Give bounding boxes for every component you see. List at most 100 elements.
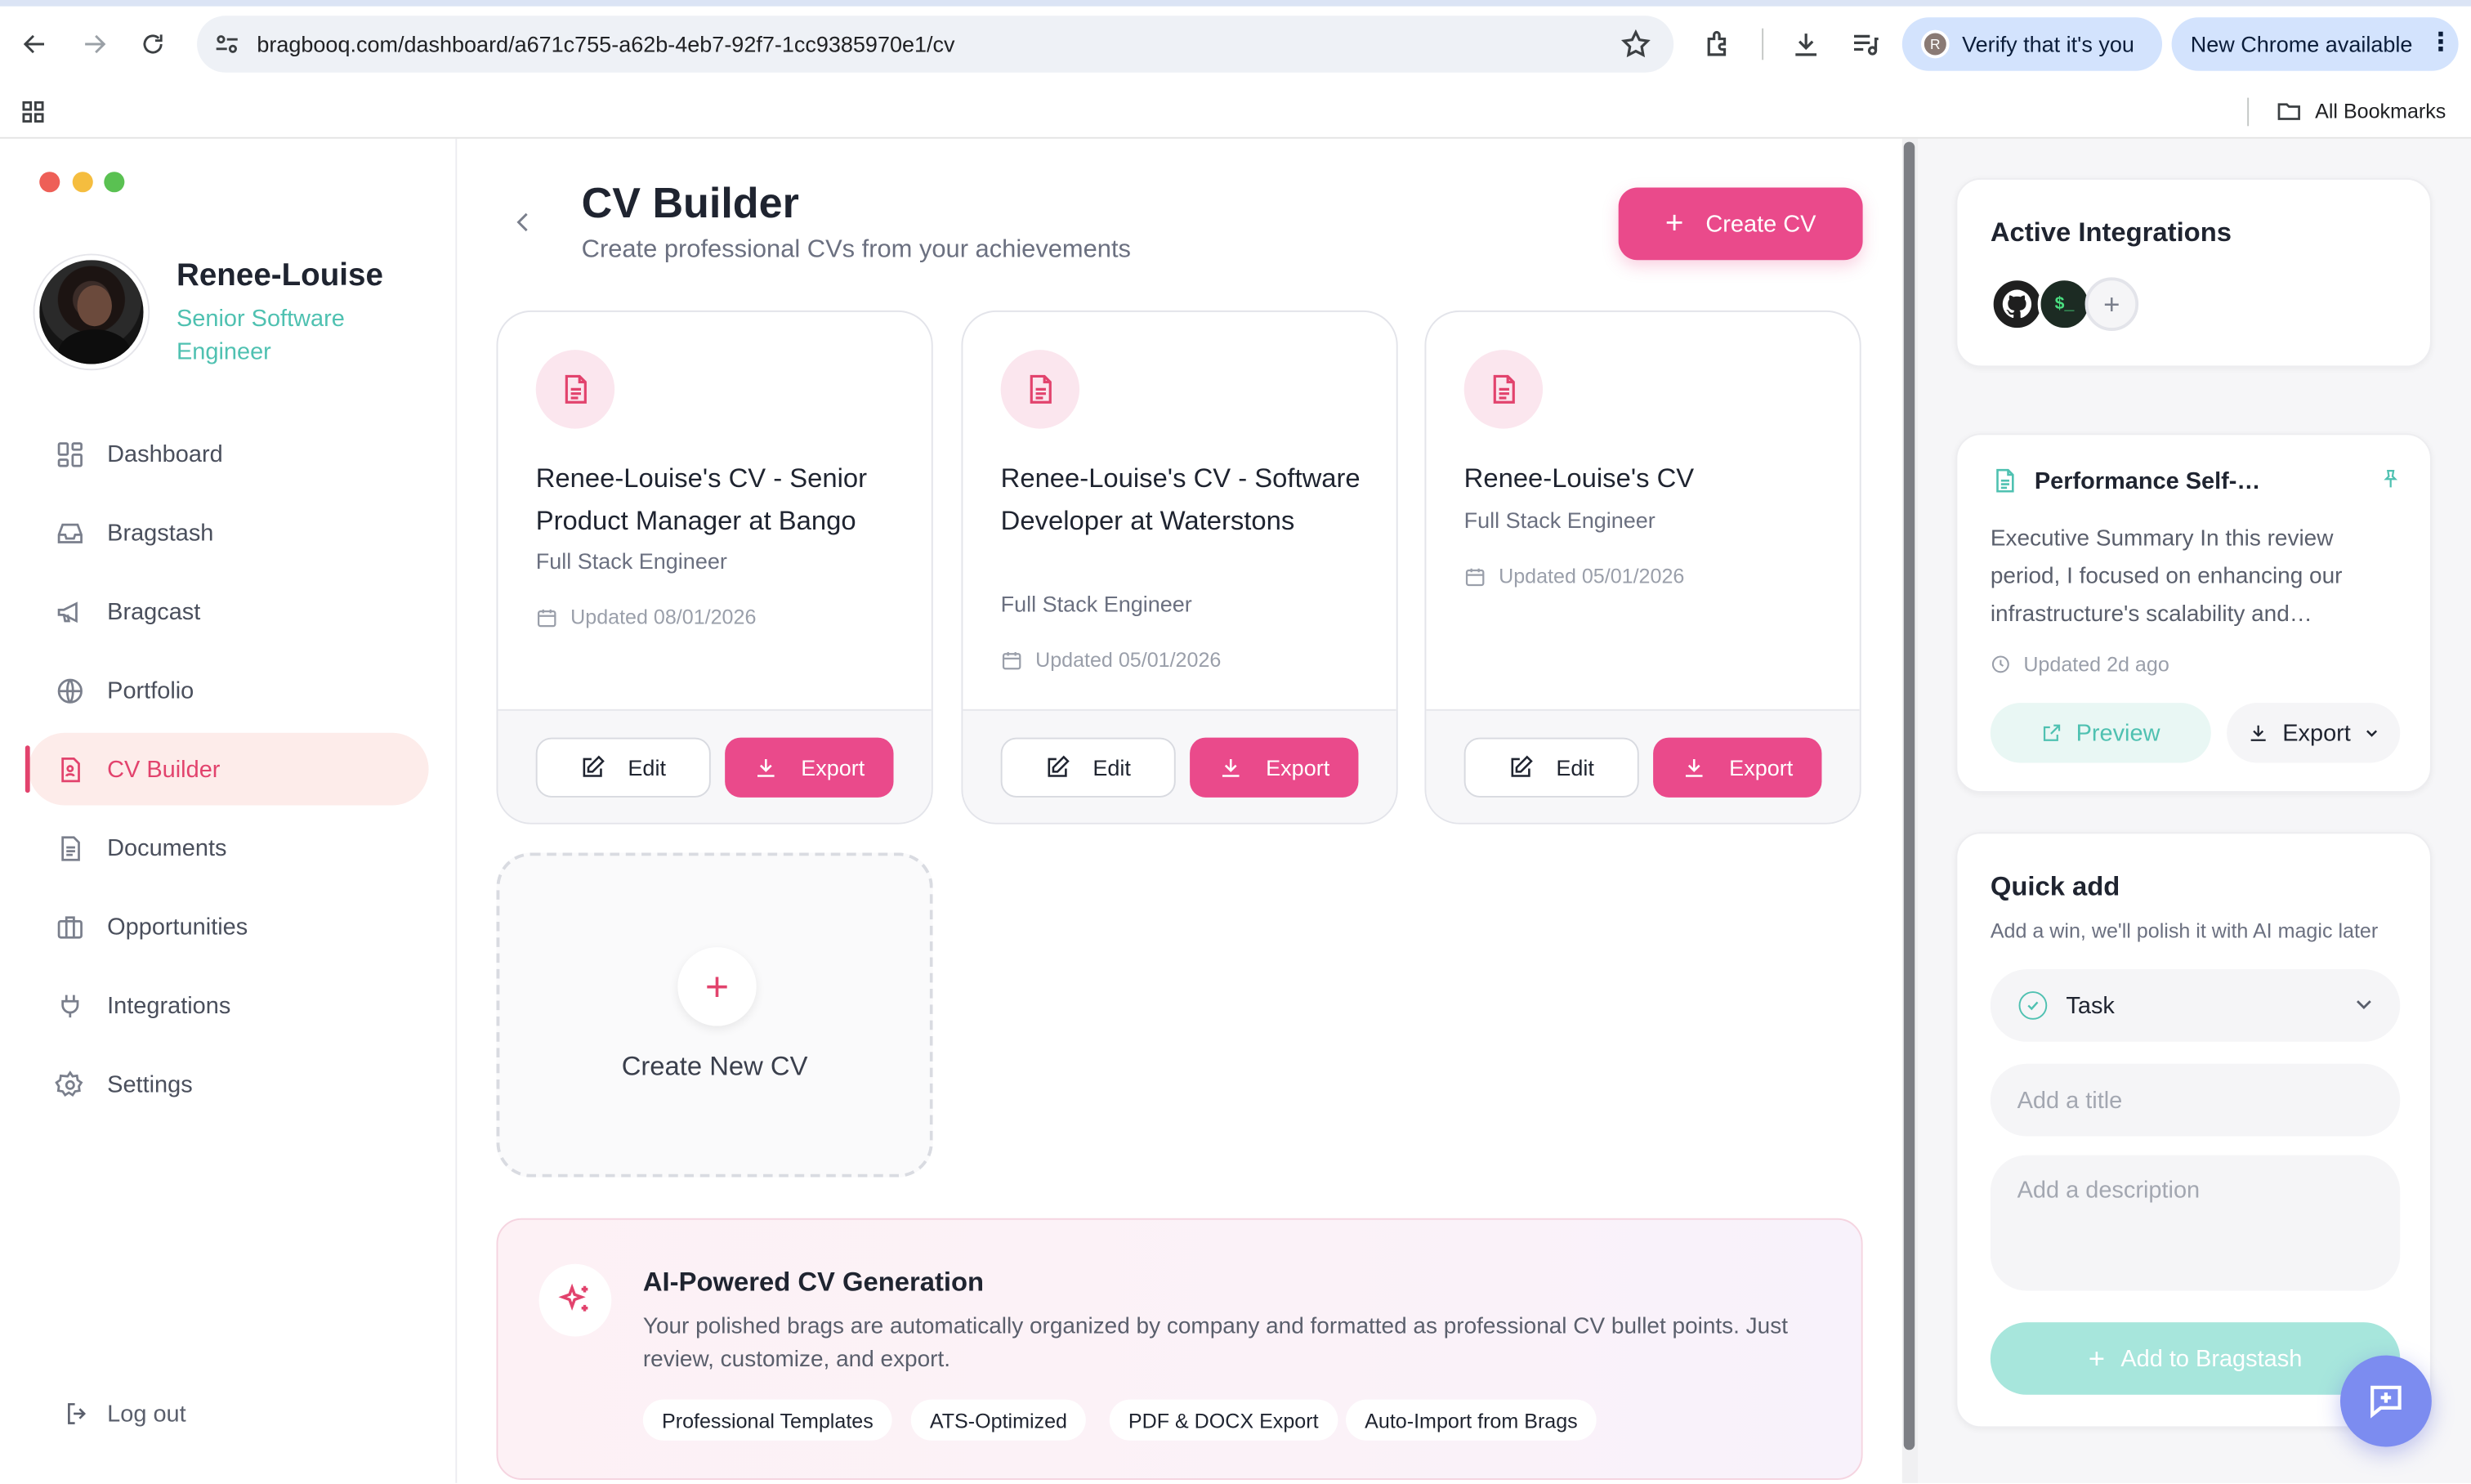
download-icon[interactable]: [1787, 25, 1825, 63]
ai-generation-banner: AI-Powered CV Generation Your polished b…: [496, 1218, 1863, 1480]
tab-strip: [0, 0, 2471, 7]
export-button[interactable]: Export: [1190, 737, 1359, 798]
sidebar-item-label: Bragstash: [107, 519, 214, 547]
cv-role: Full Stack Engineer: [535, 548, 727, 574]
url-text[interactable]: bragbooq.com/dashboard/a671c755-a62b-4eb…: [257, 32, 954, 57]
cv-role: Full Stack Engineer: [1000, 591, 1192, 617]
cv-card[interactable]: Renee-Louise's CV - Senior Product Manag…: [496, 310, 933, 825]
megaphone-icon: [54, 596, 86, 628]
cv-title[interactable]: Renee-Louise's CV - Software Developer a…: [1001, 457, 1373, 542]
chevron-left-icon[interactable]: [509, 208, 538, 244]
bookmark-star-icon[interactable]: [1620, 29, 1652, 68]
sidebar-item-bragstash[interactable]: Bragstash: [29, 497, 429, 570]
cv-card[interactable]: Renee-Louise's CV - Software Developer a…: [961, 310, 1398, 825]
calendar-icon: [536, 606, 558, 628]
edit-button[interactable]: Edit: [1000, 737, 1176, 798]
type-select[interactable]: Task: [1990, 969, 2401, 1042]
add-to-bragstash-button[interactable]: + Add to Bragstash: [1990, 1322, 2401, 1395]
plus-icon: +: [2088, 1343, 2106, 1374]
reload-icon[interactable]: [134, 25, 172, 63]
performance-title: Performance Self-…: [2034, 467, 2261, 494]
cv-card[interactable]: Renee-Louise's CV Full Stack Engineer Up…: [1424, 310, 1861, 825]
sidebar-item-integrations[interactable]: Integrations: [29, 969, 429, 1042]
sidebar-item-opportunities[interactable]: Opportunities: [29, 891, 429, 963]
cv-updated: Updated 05/01/2026: [1464, 564, 1684, 588]
export-button[interactable]: Export: [1653, 737, 1822, 798]
forward-arrow-icon[interactable]: [76, 25, 114, 63]
export-button[interactable]: Export: [725, 737, 894, 798]
feature-tag: PDF & DOCX Export: [1109, 1399, 1338, 1441]
download-icon: [1218, 755, 1244, 780]
sidebar-item-label: Portfolio: [107, 677, 194, 704]
download-icon: [753, 755, 779, 780]
sidebar-item-settings[interactable]: Settings: [29, 1048, 429, 1121]
window-close-dot[interactable]: [39, 172, 60, 193]
main-content: CV Builder Create professional CVs from …: [458, 138, 1902, 1483]
apps-grid-icon[interactable]: [19, 98, 47, 134]
description-input[interactable]: [1990, 1155, 2401, 1291]
logout-button[interactable]: Log out: [63, 1400, 186, 1428]
active-integrations-card: Active Integrations $_ +: [1955, 177, 2432, 368]
extensions-icon[interactable]: [1700, 25, 1738, 63]
avatar[interactable]: [34, 255, 149, 369]
cv-title[interactable]: Renee-Louise's CV: [1464, 457, 1836, 499]
cv-title[interactable]: Renee-Louise's CV - Senior Product Manag…: [536, 457, 908, 542]
address-bar[interactable]: bragbooq.com/dashboard/a671c755-a62b-4eb…: [197, 16, 1674, 73]
add-integration-button[interactable]: +: [2084, 277, 2139, 332]
app-root: bragbooq.com/dashboard/a671c755-a62b-4eb…: [0, 0, 2471, 1483]
sidebar-item-portfolio[interactable]: Portfolio: [29, 654, 429, 726]
terminal-icon[interactable]: $_: [2037, 277, 2092, 332]
download-icon: [2248, 722, 2270, 744]
edit-button[interactable]: Edit: [535, 737, 711, 798]
grid-icon: [54, 438, 86, 470]
document-icon: [54, 832, 86, 864]
plus-icon: +: [1664, 206, 1684, 242]
window-minimize-dot[interactable]: [72, 172, 93, 193]
performance-updated-text: Updated 2d ago: [2023, 652, 2169, 677]
create-cv-button[interactable]: + Create CV: [1618, 187, 1863, 261]
edit-icon: [1509, 755, 1535, 780]
media-queue-icon[interactable]: [1847, 25, 1884, 63]
github-icon[interactable]: [1990, 277, 2044, 332]
sidebar-item-label: CV Builder: [107, 755, 221, 783]
all-bookmarks-button[interactable]: All Bookmarks: [2276, 98, 2446, 125]
create-new-cv-card[interactable]: + Create New CV: [496, 852, 933, 1178]
title-input[interactable]: [1990, 1063, 2401, 1137]
type-select-value: Task: [2066, 992, 2115, 1019]
verify-identity-button[interactable]: R Verify that it's you: [1901, 17, 2163, 71]
edit-button[interactable]: Edit: [1463, 737, 1639, 798]
inbox-icon: [54, 517, 86, 549]
site-settings-icon[interactable]: [212, 30, 241, 66]
cv-card-footer: Edit Export: [1426, 708, 1860, 823]
plus-icon[interactable]: +: [677, 947, 757, 1026]
edit-label: Edit: [1556, 754, 1594, 780]
pin-icon[interactable]: [2379, 468, 2402, 498]
sidebar-item-documents[interactable]: Documents: [29, 811, 429, 884]
folder-icon: [2277, 103, 2300, 120]
document-icon: [1463, 350, 1544, 429]
document-icon: [535, 350, 615, 429]
sparkles-icon: [538, 1263, 612, 1337]
edit-icon: [1046, 755, 1071, 780]
preview-button[interactable]: Preview: [1990, 703, 2211, 763]
sidebar: Renee-Louise Senior Software Engineer Da…: [0, 138, 458, 1483]
feedback-chat-button[interactable]: [2339, 1355, 2432, 1447]
performance-review-card[interactable]: Performance Self-… Executive Summary In …: [1955, 433, 2432, 793]
performance-excerpt: Executive Summary In this review period,…: [1990, 526, 2343, 628]
external-link-icon: [2041, 722, 2063, 744]
more-vertical-icon[interactable]: ⋮: [2429, 31, 2454, 56]
main-scrollbar-thumb[interactable]: [1903, 141, 1915, 1450]
export-dropdown-button[interactable]: Export: [2227, 703, 2401, 763]
sidebar-item-bragcast[interactable]: Bragcast: [29, 575, 429, 648]
back-arrow-icon[interactable]: [16, 25, 53, 63]
sidebar-item-cv-builder[interactable]: CV Builder: [25, 732, 429, 806]
sidebar-item-dashboard[interactable]: Dashboard: [29, 418, 429, 490]
new-chrome-button[interactable]: New Chrome available ⋮: [2171, 17, 2459, 71]
ai-banner-title: AI-Powered CV Generation: [642, 1267, 985, 1298]
download-icon: [1682, 755, 1707, 780]
chevron-down-icon: [2363, 725, 2379, 740]
create-cv-label: Create CV: [1705, 210, 1816, 238]
performance-updated: Updated 2d ago: [1991, 652, 2169, 676]
window-zoom-dot[interactable]: [104, 172, 125, 193]
create-new-cv-label: Create New CV: [621, 1051, 808, 1082]
